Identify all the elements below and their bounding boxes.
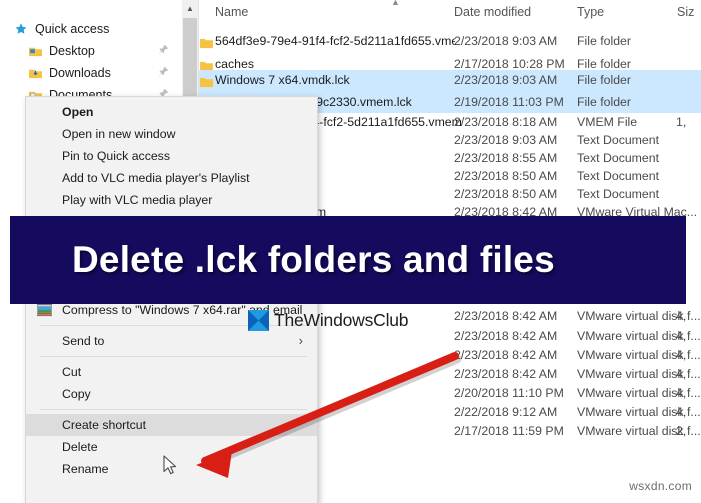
cell-date: 2/17/2018 10:28 PM	[454, 57, 565, 71]
nav-item-quick-access[interactable]: Quick access	[12, 18, 109, 40]
banner-title: Delete .lck folders and files	[72, 239, 555, 280]
winrar-icon	[36, 303, 53, 317]
cell-date: 2/17/2018 11:59 PM	[454, 424, 564, 438]
cell-type: VMEM File	[577, 115, 638, 129]
cell-date: 2/23/2018 8:18 AM	[454, 115, 558, 129]
cell-size: 4,	[676, 367, 687, 381]
menu-item-pin-to-quick-access[interactable]: Pin to Quick access	[26, 145, 317, 167]
cell-date: 2/23/2018 9:03 AM	[454, 34, 558, 48]
folder-icon	[200, 59, 213, 72]
column-header-size[interactable]: Siz	[677, 5, 694, 19]
cell-date: 2/23/2018 8:42 AM	[454, 309, 558, 323]
chevron-right-icon: ›	[298, 333, 303, 348]
menu-item-label: Play with VLC media player	[62, 193, 213, 207]
cell-type: File folder	[577, 57, 631, 71]
cell-type: Text Document	[577, 187, 660, 201]
nav-item-label: Quick access	[35, 22, 110, 36]
menu-item-send-to[interactable]: Send to ›	[26, 330, 317, 352]
desktop-folder-icon	[26, 43, 44, 59]
menu-item-label: Copy	[62, 387, 91, 401]
cell-name: f4-fcf2-5d211a1fd655.vmem	[309, 115, 462, 129]
cell-type: File folder	[577, 73, 631, 87]
cell-type: File folder	[577, 95, 631, 109]
nav-item-label: Downloads	[49, 66, 111, 80]
cell-date: 2/23/2018 8:42 AM	[454, 348, 558, 362]
cell-name: caches	[215, 57, 254, 71]
menu-item-label: Open in new window	[62, 127, 176, 141]
menu-item-label: Add to VLC media player's Playlist	[62, 171, 250, 185]
scroll-up-icon[interactable]: ▲	[182, 0, 198, 17]
cell-type: Text Document	[577, 151, 660, 165]
column-header-date-modified[interactable]: Date modified	[454, 5, 531, 19]
cell-type: Text Document	[577, 133, 660, 147]
cell-size: 4,	[676, 405, 687, 419]
menu-item-label: Delete	[62, 440, 98, 454]
menu-item-create-shortcut[interactable]: Create shortcut	[26, 414, 317, 436]
cell-size: 4,	[676, 348, 687, 362]
downloads-folder-icon	[26, 65, 44, 81]
cell-size: 1,	[676, 115, 687, 129]
pin-icon	[158, 66, 170, 78]
cell-date: 2/22/2018 9:12 AM	[454, 405, 558, 419]
cell-size: 4,	[676, 309, 687, 323]
screenshot-root: Quick access Desktop Downloads Documents…	[0, 0, 701, 503]
menu-item-label: Send to	[62, 334, 105, 348]
thewindowsclub-label: TheWindowsClub	[274, 310, 409, 330]
cell-date: 2/23/2018 9:03 AM	[454, 73, 558, 87]
sort-ascending-icon: ▲	[391, 0, 400, 7]
wsxdn-watermark: wsxdn.com	[629, 479, 692, 493]
cell-date: 2/23/2018 8:50 AM	[454, 187, 558, 201]
title-banner: Delete .lck folders and files	[10, 216, 686, 304]
folder-icon	[200, 36, 213, 49]
star-icon	[12, 21, 30, 37]
cell-type: File folder	[577, 34, 631, 48]
menu-item-play-with-vlc[interactable]: Play with VLC media player	[26, 189, 317, 211]
menu-separator	[40, 409, 307, 410]
cell-date: 2/19/2018 11:03 PM	[454, 95, 564, 109]
nav-item-label: Desktop	[49, 44, 95, 58]
nav-item-downloads[interactable]: Downloads	[26, 62, 182, 84]
cell-name: Windows 7 x64.vmdk.lck	[215, 73, 350, 87]
cell-date: 2/23/2018 9:03 AM	[454, 133, 558, 147]
column-header-name[interactable]: Name	[215, 5, 248, 19]
cell-size: 2,	[676, 424, 687, 438]
menu-item-copy[interactable]: Copy	[26, 383, 317, 405]
cell-type: Text Document	[577, 169, 660, 183]
cell-size: 4,	[676, 329, 687, 343]
pin-icon	[158, 44, 170, 56]
nav-item-desktop[interactable]: Desktop	[26, 40, 182, 62]
cell-date: 2/23/2018 8:50 AM	[454, 169, 558, 183]
column-header-type[interactable]: Type	[577, 5, 604, 19]
thewindowsclub-watermark: TheWindowsClub	[248, 310, 409, 331]
menu-separator	[40, 356, 307, 357]
menu-item-label: Rename	[62, 462, 109, 476]
thewindowsclub-logo-icon	[248, 310, 269, 331]
menu-item-label: Pin to Quick access	[62, 149, 170, 163]
folder-icon	[200, 75, 213, 88]
menu-item-label: Open	[62, 105, 94, 119]
table-row[interactable]: Windows 7 x64.vmdk.lck 2/23/2018 9:03 AM…	[199, 70, 701, 92]
cell-date: 2/23/2018 8:42 AM	[454, 367, 558, 381]
menu-item-open-in-new-window[interactable]: Open in new window	[26, 123, 317, 145]
column-header-row: Name ▲ Date modified Type Siz	[199, 0, 701, 27]
cell-date: 2/23/2018 8:42 AM	[454, 329, 558, 343]
cell-size: 4,	[676, 386, 687, 400]
menu-item-open[interactable]: Open	[26, 101, 317, 123]
table-row[interactable]: 564df3e9-79e4-91f4-fcf2-5d211a1fd655.vme…	[199, 31, 701, 54]
cell-name: 564df3e9-79e4-91f4-fcf2-5d211a1fd655.vme…	[215, 34, 455, 48]
menu-item-cut[interactable]: Cut	[26, 361, 317, 383]
mouse-cursor	[163, 455, 179, 477]
menu-item-label: Cut	[62, 365, 82, 379]
cell-date: 2/20/2018 11:10 PM	[454, 386, 564, 400]
cell-date: 2/23/2018 8:55 AM	[454, 151, 558, 165]
menu-item-add-to-vlc-playlist[interactable]: Add to VLC media player's Playlist	[26, 167, 317, 189]
menu-item-label: Create shortcut	[62, 418, 147, 432]
